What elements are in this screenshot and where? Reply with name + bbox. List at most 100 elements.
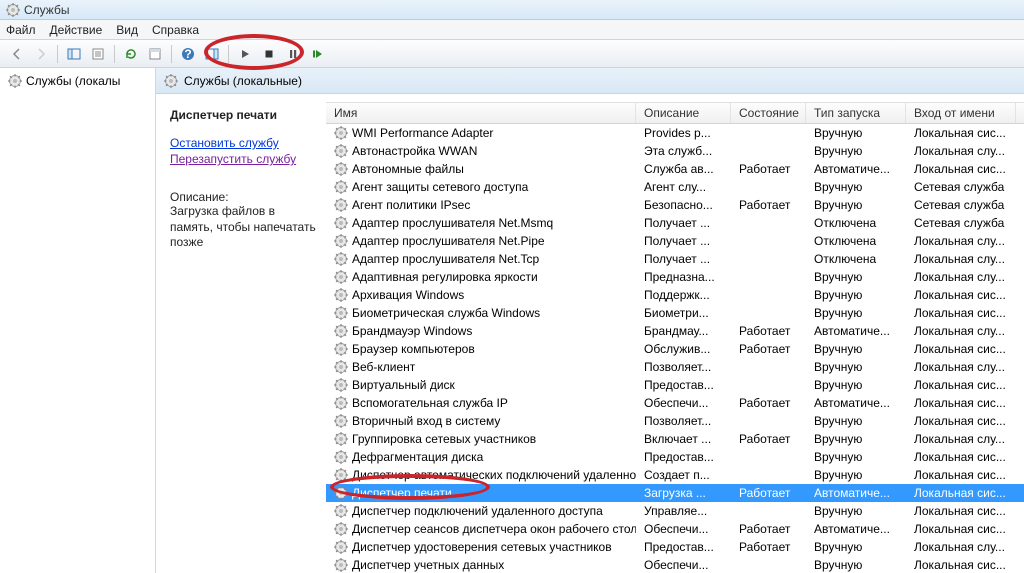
col-header-start[interactable]: Тип запуска (806, 103, 906, 123)
tree-pane[interactable]: Службы (локалы (0, 68, 156, 573)
cell-start: Вручную (806, 504, 906, 518)
cell-name: Виртуальный диск (326, 378, 636, 392)
svg-text:?: ? (184, 47, 191, 61)
table-row[interactable]: Веб-клиентПозволяет...ВручнуюЛокальная с… (326, 358, 1024, 376)
cell-start: Вручную (806, 342, 906, 356)
table-row[interactable]: Адаптер прослушивателя Net.MsmqПолучает … (326, 214, 1024, 232)
cell-name: Адаптер прослушивателя Net.Tcp (326, 252, 636, 266)
cell-desc: Безопасно... (636, 198, 731, 212)
properties-button[interactable] (144, 43, 166, 65)
cell-start: Вручную (806, 270, 906, 284)
cell-start: Вручную (806, 126, 906, 140)
detail-pane: Диспетчер печати Остановить службу Перез… (156, 94, 326, 573)
col-header-logon[interactable]: Вход от имени (906, 103, 1016, 123)
restart-service-button[interactable] (306, 43, 328, 65)
table-row[interactable]: WMI Performance AdapterProvides p... Вруч… (326, 124, 1024, 142)
cell-start: Вручную (806, 450, 906, 464)
cell-name: Диспетчер автоматических подключений уда… (326, 468, 636, 482)
cell-logon: Локальная сис... (906, 486, 1016, 500)
table-row[interactable]: Браузер компьютеровОбслужив...РаботаетВр… (326, 340, 1024, 358)
service-icon (334, 432, 348, 446)
service-icon (334, 144, 348, 158)
pause-service-button[interactable] (282, 43, 304, 65)
cell-desc: Предостав... (636, 378, 731, 392)
window-title: Службы (24, 3, 69, 17)
service-icon (334, 396, 348, 410)
table-row[interactable]: Дефрагментация дискаПредостав...ВручнуюЛ… (326, 448, 1024, 466)
table-row[interactable]: Группировка сетевых участниковВключает .… (326, 430, 1024, 448)
table-row[interactable]: Биометрическая служба WindowsБиометри...… (326, 304, 1024, 322)
show-hide-tree-button[interactable] (63, 43, 85, 65)
col-header-name[interactable]: Имя (326, 103, 636, 123)
services-icon (8, 74, 22, 88)
service-icon (334, 378, 348, 392)
service-icon (334, 252, 348, 266)
detail-desc-label: Описание: (170, 190, 316, 204)
table-row[interactable]: Брандмауэр WindowsБрандмау...РаботаетАвт… (326, 322, 1024, 340)
stop-service-link[interactable]: Остановить службу (170, 136, 316, 150)
cell-desc: Provides p... (636, 126, 731, 140)
nav-back-button[interactable] (6, 43, 28, 65)
menu-action[interactable]: Действие (50, 23, 103, 37)
cell-name: Дефрагментация диска (326, 450, 636, 464)
cell-name: Диспетчер печати (326, 486, 636, 500)
menu-help[interactable]: Справка (152, 23, 199, 37)
cell-start: Вручную (806, 306, 906, 320)
cell-start: Отключена (806, 216, 906, 230)
cell-start: Вручную (806, 432, 906, 446)
table-row[interactable]: Диспетчер подключений удаленного доступа… (326, 502, 1024, 520)
table-row[interactable]: Архивация WindowsПоддержк...ВручнуюЛокал… (326, 286, 1024, 304)
cell-start: Отключена (806, 252, 906, 266)
cell-logon: Локальная сис... (906, 450, 1016, 464)
cell-name: Брандмауэр Windows (326, 324, 636, 338)
cell-logon: Сетевая служба (906, 198, 1016, 212)
table-row[interactable]: Адаптер прослушивателя Net.PipeПолучает … (326, 232, 1024, 250)
cell-logon: Локальная слу... (906, 234, 1016, 248)
table-row[interactable]: Адаптивная регулировка яркостиПредназна.… (326, 268, 1024, 286)
start-service-button[interactable] (234, 43, 256, 65)
col-header-state[interactable]: Состояние (731, 103, 806, 123)
table-row[interactable]: Вспомогательная служба IPОбеспечи...Рабо… (326, 394, 1024, 412)
refresh-button[interactable] (120, 43, 142, 65)
content-header-title: Службы (локальные) (184, 74, 302, 88)
stop-service-button[interactable] (258, 43, 280, 65)
action-pane-button[interactable] (201, 43, 223, 65)
table-row[interactable]: Адаптер прослушивателя Net.TcpПолучает .… (326, 250, 1024, 268)
cell-name: Диспетчер сеансов диспетчера окон рабоче… (326, 522, 636, 536)
tree-root-item[interactable]: Службы (локалы (6, 72, 149, 90)
table-row[interactable]: Автонастройка WWANЭта служб...ВручнуюЛок… (326, 142, 1024, 160)
restart-service-link[interactable]: Перезапустить службу (170, 152, 316, 166)
cell-state: Работает (731, 324, 806, 338)
service-icon (334, 288, 348, 302)
table-row[interactable]: Вторичный вход в системуПозволяет...Вруч… (326, 412, 1024, 430)
col-header-desc[interactable]: Описание (636, 103, 731, 123)
table-row[interactable]: Виртуальный дискПредостав...ВручнуюЛокал… (326, 376, 1024, 394)
services-list[interactable]: Имя Описание Состояние Тип запуска Вход … (326, 102, 1024, 573)
menu-view[interactable]: Вид (116, 23, 138, 37)
cell-start: Вручную (806, 558, 906, 572)
cell-desc: Создает п... (636, 468, 731, 482)
table-row[interactable]: Диспетчер сеансов диспетчера окон рабоче… (326, 520, 1024, 538)
table-row[interactable]: Агент защиты сетевого доступаАгент слу..… (326, 178, 1024, 196)
cell-name: WMI Performance Adapter (326, 126, 636, 140)
cell-name: Диспетчер удостоверения сетевых участник… (326, 540, 636, 554)
cell-name: Автонастройка WWAN (326, 144, 636, 158)
service-icon (334, 162, 348, 176)
cell-state: Работает (731, 198, 806, 212)
menu-file[interactable]: Файл (6, 23, 36, 37)
cell-state: Работает (731, 396, 806, 410)
table-row[interactable]: Агент политики IPsecБезопасно...Работает… (326, 196, 1024, 214)
table-row[interactable]: Диспетчер автоматических подключений уда… (326, 466, 1024, 484)
cell-name: Вспомогательная служба IP (326, 396, 636, 410)
cell-logon: Сетевая служба (906, 180, 1016, 194)
cell-name: Агент защиты сетевого доступа (326, 180, 636, 194)
cell-state: Работает (731, 432, 806, 446)
table-row[interactable]: Диспетчер удостоверения сетевых участник… (326, 538, 1024, 556)
help-button[interactable]: ? (177, 43, 199, 65)
table-row[interactable]: Диспетчер учетных данныхОбеспечи...Вручн… (326, 556, 1024, 573)
table-row[interactable]: Диспетчер печатиЗагрузка ...РаботаетАвто… (326, 484, 1024, 502)
export-list-button[interactable] (87, 43, 109, 65)
nav-forward-button[interactable] (30, 43, 52, 65)
cell-logon: Локальная слу... (906, 252, 1016, 266)
table-row[interactable]: Автономные файлыСлужба ав...РаботаетАвто… (326, 160, 1024, 178)
